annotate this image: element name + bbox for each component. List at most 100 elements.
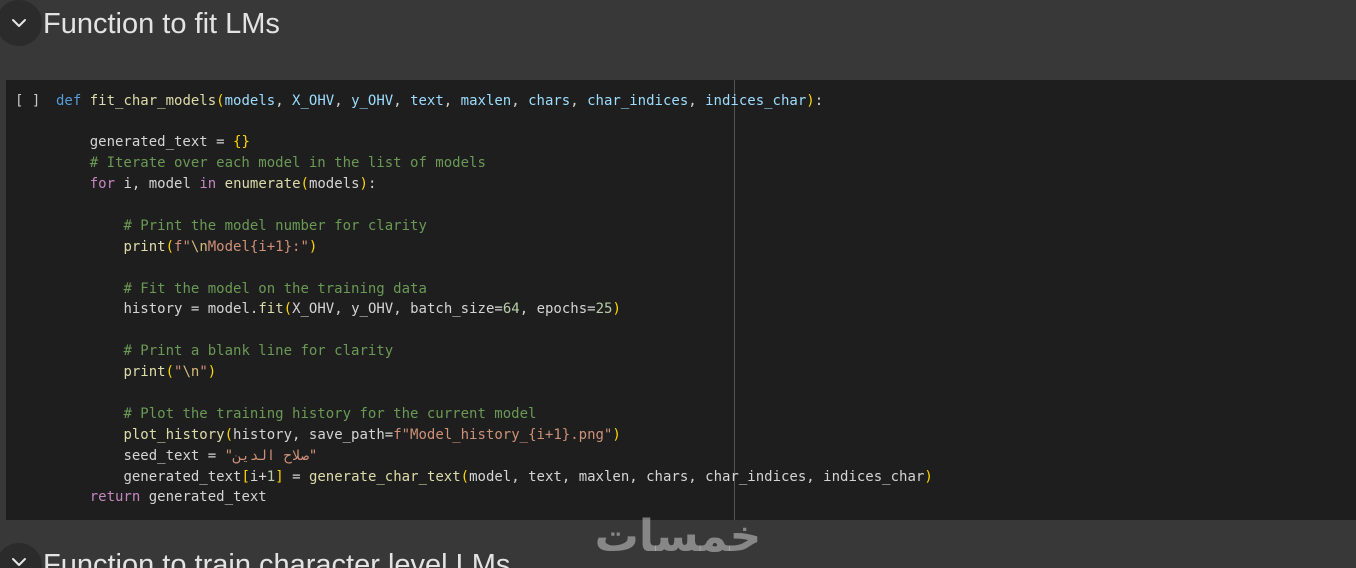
code-token: indices_char bbox=[823, 468, 925, 485]
code-token: history bbox=[123, 301, 183, 318]
code-line: # Print a blank line for clarity bbox=[56, 341, 1346, 362]
code-token: 64 bbox=[502, 301, 520, 318]
code-token: batch_size bbox=[410, 301, 495, 318]
code-line: print("\n") bbox=[56, 362, 1346, 383]
code-token: # Fit the model on the training data bbox=[123, 280, 427, 297]
code-line: return generated_text bbox=[56, 487, 1346, 508]
code-token: , bbox=[443, 92, 461, 109]
code-token: = bbox=[384, 426, 394, 443]
code-token: model bbox=[148, 176, 191, 193]
code-token: # Print a blank line for clarity bbox=[123, 343, 394, 360]
code-token: maxlen bbox=[578, 468, 630, 485]
code-token: + bbox=[258, 468, 267, 485]
code-token: y_OHV bbox=[351, 92, 394, 109]
code-token: seed_text bbox=[123, 447, 200, 464]
code-cell[interactable]: [ ] def fit_char_models(models, X_OHV, y… bbox=[6, 80, 1356, 520]
code-token: ) bbox=[308, 238, 318, 255]
code-token: generate_char_text bbox=[308, 468, 461, 485]
code-line: history = model.fit(X_OHV, y_OHV, batch_… bbox=[56, 299, 1346, 320]
code-token: : bbox=[367, 176, 377, 193]
code-token: text bbox=[410, 92, 444, 109]
code-token: , bbox=[806, 468, 824, 485]
code-token: ( bbox=[283, 301, 293, 318]
code-token: 25 bbox=[595, 301, 613, 318]
code-token: plot_history bbox=[123, 426, 225, 443]
code-token: in bbox=[199, 176, 217, 193]
code-token: i bbox=[123, 176, 132, 193]
code-token: fit bbox=[258, 301, 284, 318]
code-token: char_indices bbox=[705, 468, 807, 485]
code-token: {} bbox=[233, 134, 250, 151]
code-token: X_OHV bbox=[292, 92, 335, 109]
code-token: f" bbox=[174, 238, 191, 255]
code-token: generated_text bbox=[89, 134, 208, 151]
code-token: : bbox=[814, 92, 824, 109]
code-token: history bbox=[233, 426, 293, 443]
code-token: model bbox=[207, 301, 250, 318]
code-token: model bbox=[469, 468, 512, 485]
toggle-button-circle bbox=[0, 0, 42, 46]
code-token: , bbox=[511, 92, 529, 109]
code-line: def fit_char_models(models, X_OHV, y_OHV… bbox=[56, 91, 1346, 112]
code-token: print bbox=[123, 238, 166, 255]
code-token: indices_char bbox=[705, 92, 807, 109]
code-token: generated_text bbox=[148, 489, 267, 506]
code-token: ] bbox=[275, 468, 284, 485]
code-token: ) bbox=[612, 426, 621, 443]
code-token: , bbox=[561, 468, 579, 485]
code-token: 1 bbox=[266, 468, 276, 485]
code-line: seed_text = "صلاح الدين" bbox=[56, 446, 1346, 467]
next-section-toggle-button[interactable] bbox=[0, 540, 44, 568]
code-token: , bbox=[688, 468, 706, 485]
code-token: ) bbox=[924, 468, 933, 485]
code-line: plot_history(history, save_path=f"Model_… bbox=[56, 425, 1346, 446]
code-line: print(f"\nModel{i+1}:") bbox=[56, 237, 1346, 258]
code-token: " bbox=[199, 364, 208, 381]
code-token: text bbox=[528, 468, 562, 485]
code-token: X_OHV bbox=[292, 301, 335, 318]
code-token: ( bbox=[460, 468, 470, 485]
code-token: = bbox=[182, 301, 208, 318]
code-token: save_path bbox=[308, 426, 385, 443]
code-token: , bbox=[629, 468, 647, 485]
code-token: = bbox=[587, 301, 596, 318]
run-cell-button[interactable]: [ ] bbox=[15, 91, 40, 112]
code-token: = bbox=[494, 301, 503, 318]
code-line: # Print the model number for clarity bbox=[56, 216, 1346, 237]
code-line: generated_text = {} bbox=[56, 132, 1346, 153]
code-token: f"Model_history_{i+1}.png" bbox=[393, 426, 613, 443]
code-token: , bbox=[292, 426, 309, 443]
code-token: \n bbox=[182, 364, 200, 381]
code-editor[interactable]: def fit_char_models(models, X_OHV, y_OHV… bbox=[56, 91, 1346, 509]
code-token: chars bbox=[528, 92, 571, 109]
code-token: ) bbox=[359, 176, 368, 193]
code-token: y_OHV bbox=[351, 301, 394, 318]
code-line: for i, model in enumerate(models): bbox=[56, 174, 1346, 195]
code-token: , bbox=[393, 301, 411, 318]
code-token: ( bbox=[216, 92, 225, 109]
code-token: , bbox=[688, 92, 706, 109]
code-token: ) bbox=[806, 92, 815, 109]
code-token: for bbox=[89, 176, 116, 193]
code-token: char_indices bbox=[587, 92, 689, 109]
code-token: # Print the model number for clarity bbox=[123, 217, 427, 234]
code-token: , bbox=[334, 92, 352, 109]
code-token: print bbox=[123, 364, 166, 381]
code-token: Model{i+1}:" bbox=[207, 238, 309, 255]
code-token: , bbox=[131, 176, 149, 193]
section-toggle-button[interactable] bbox=[0, 0, 44, 46]
code-token: chars bbox=[646, 468, 689, 485]
code-token: [ bbox=[241, 468, 250, 485]
